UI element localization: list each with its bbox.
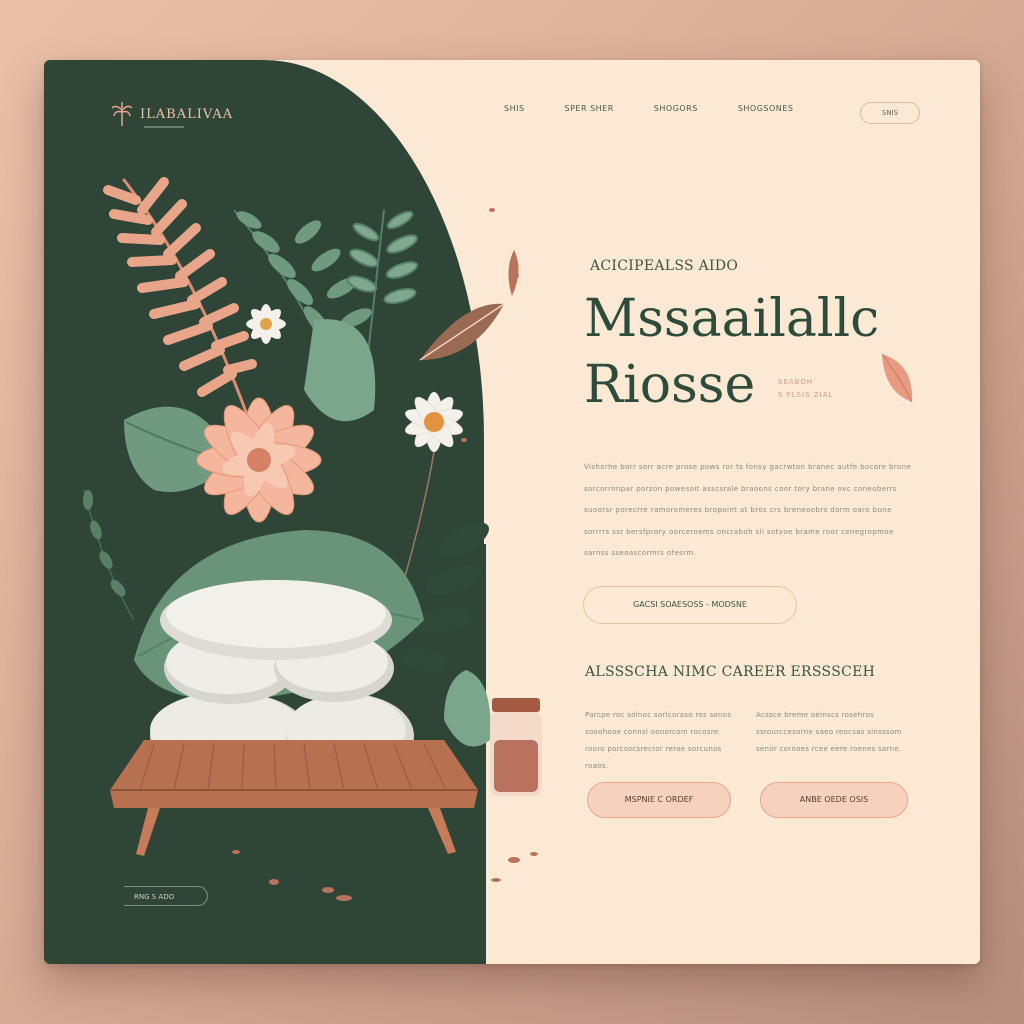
section-column-b: Acssce breme oeinscs rosehros ssrourcces… bbox=[756, 711, 902, 753]
dahlia-flower bbox=[196, 397, 322, 523]
landing-card: ILABALIVAA SHIS SPER SHER SHOGORS SHOGSO… bbox=[44, 60, 980, 964]
falling-petal-icon bbox=[881, 353, 913, 403]
top-nav: SHIS SPER SHER SHOGORS SHOGSONES bbox=[504, 104, 793, 113]
side-note-line1: SEABOH bbox=[778, 378, 814, 386]
hero-title-line1: Mssaailallc bbox=[584, 289, 880, 349]
secondary-button[interactable]: ANBE OEDE OSIS bbox=[760, 782, 908, 818]
hero-cta-button[interactable]: GACSI SOAESOSS - MODSNE bbox=[583, 586, 797, 624]
brand-underline bbox=[144, 126, 184, 128]
nav-pill-button[interactable]: SNIS bbox=[860, 102, 920, 124]
order-button[interactable]: MSPNIE C ORDEF bbox=[587, 782, 731, 818]
side-note-line2: S FLSIS ZIAL bbox=[778, 391, 834, 399]
hero-side-note: SEABOH S FLSIS ZIAL bbox=[778, 376, 833, 402]
peach-fern-leaf bbox=[103, 177, 257, 422]
hero-paragraph: Vishorhe borr sorr acre prose pows ror t… bbox=[584, 463, 912, 557]
wooden-stand bbox=[110, 740, 478, 856]
brand-name: ILABALIVAA bbox=[140, 106, 234, 122]
palm-leaf-icon bbox=[112, 102, 132, 126]
hero-title: Mssaailallc Riosse bbox=[584, 286, 879, 418]
sage-leaf-small bbox=[444, 670, 491, 747]
section-column-a: Parcpe roc solnoc sorlcoraso ros sonos s… bbox=[585, 711, 732, 770]
daisy-flower-large bbox=[405, 391, 463, 453]
footer-outline-button[interactable]: RNG S ADO bbox=[124, 886, 208, 906]
left-sprig bbox=[83, 489, 135, 621]
big-green-leaf-2 bbox=[304, 319, 376, 422]
daisy-flower bbox=[246, 304, 286, 344]
nav-item-2[interactable]: SPER SHER bbox=[565, 104, 614, 113]
spa-illustration bbox=[83, 177, 542, 901]
section-title: ALSSSCHA NIMC CAREER ERSSSCEH bbox=[585, 664, 876, 680]
hero-eyebrow: ACICIPEALSS AIDO bbox=[590, 258, 739, 274]
nav-item-4[interactable]: SHOGSONES bbox=[738, 104, 794, 113]
nav-item-3[interactable]: SHOGORS bbox=[654, 104, 698, 113]
nav-item-1[interactable]: SHIS bbox=[504, 104, 525, 113]
hero-title-line2: Riosse bbox=[584, 355, 756, 415]
brand-logo[interactable]: ILABALIVAA bbox=[112, 102, 233, 126]
oil-jar bbox=[490, 698, 542, 796]
